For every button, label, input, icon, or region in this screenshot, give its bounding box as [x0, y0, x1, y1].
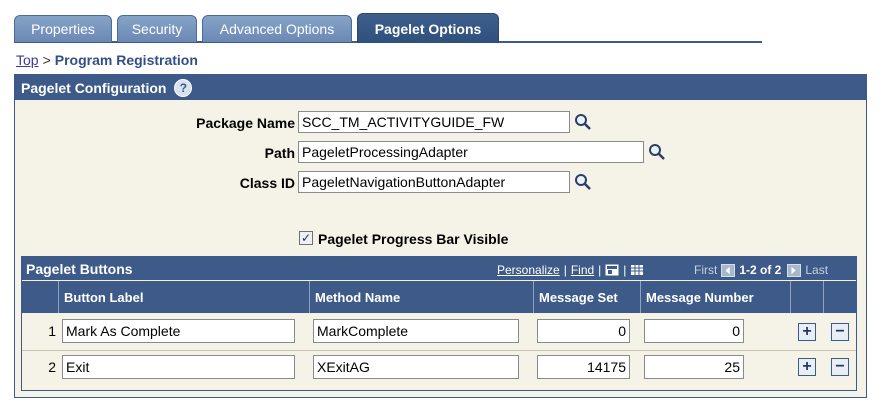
path-lookup-icon[interactable]	[648, 143, 666, 161]
col-head-rownum	[22, 281, 58, 313]
package-name-input[interactable]	[298, 111, 570, 133]
help-icon[interactable]: ?	[174, 78, 193, 97]
first-link[interactable]: First	[694, 263, 717, 277]
tab-bar: Properties Security Advanced Options Pag…	[14, 13, 762, 43]
breadcrumb-separator: >	[42, 52, 51, 68]
tab-properties[interactable]: Properties	[14, 15, 112, 42]
download-grid-icon[interactable]	[630, 264, 644, 276]
breadcrumb: Top > Program Registration	[16, 52, 198, 68]
class-id-input[interactable]	[298, 171, 570, 193]
delete-row-button[interactable]: −	[831, 323, 849, 341]
row-divider	[22, 350, 856, 351]
col-head-button-label: Button Label	[58, 281, 309, 313]
row-number: 2	[48, 359, 56, 375]
personalize-link[interactable]: Personalize	[497, 263, 560, 277]
method-name-input[interactable]	[313, 319, 519, 343]
col-head-message-set: Message Set	[533, 281, 640, 313]
col-head-delete	[823, 281, 856, 313]
row-count: 1-2 of 2	[739, 263, 782, 277]
package-name-label: Package Name	[196, 115, 295, 131]
grid-navigation: First 1-2 of 2 Last	[694, 263, 828, 277]
find-link[interactable]: Find	[571, 263, 594, 277]
col-head-method-name: Method Name	[309, 281, 533, 313]
col-head-message-number: Message Number	[640, 281, 790, 313]
tab-advanced-options[interactable]: Advanced Options	[202, 15, 352, 42]
class-id-label: Class ID	[239, 175, 295, 191]
tab-security[interactable]: Security	[117, 15, 197, 42]
button-label-input[interactable]	[62, 319, 295, 343]
progress-bar-checkbox[interactable]: ✓	[299, 231, 313, 245]
message-set-input[interactable]	[537, 355, 630, 379]
path-label: Path	[264, 145, 295, 161]
view-all-icon[interactable]	[605, 264, 619, 276]
panel-title: Pagelet Configuration	[21, 79, 167, 96]
tab-pagelet-options[interactable]: Pagelet Options	[357, 13, 499, 43]
message-number-input[interactable]	[644, 319, 744, 343]
message-number-input[interactable]	[644, 355, 744, 379]
pagelet-configuration-panel: Pagelet Configuration ? Package Name Pat…	[14, 74, 867, 398]
next-arrow-icon[interactable]	[787, 263, 802, 277]
panel-header: Pagelet Configuration ?	[15, 75, 866, 100]
grid-title: Pagelet Buttons	[26, 261, 133, 277]
row-number: 1	[48, 323, 56, 339]
toolbar-separator: |	[623, 263, 627, 277]
previous-arrow-icon[interactable]	[721, 263, 736, 277]
last-link[interactable]: Last	[805, 263, 828, 277]
toolbar-separator: |	[563, 263, 567, 277]
path-input[interactable]	[298, 141, 644, 163]
progress-bar-label: Pagelet Progress Bar Visible	[318, 231, 509, 247]
class-id-lookup-icon[interactable]	[574, 173, 592, 191]
pagelet-buttons-grid: Pagelet Buttons Personalize | Find | | F…	[21, 256, 857, 391]
col-head-add	[790, 281, 823, 313]
add-row-button[interactable]: +	[798, 323, 816, 341]
package-name-lookup-icon[interactable]	[574, 113, 592, 131]
toolbar-separator: |	[598, 263, 602, 277]
grid-toolbar: Personalize | Find | |	[497, 263, 644, 277]
add-row-button[interactable]: +	[798, 358, 816, 376]
message-set-input[interactable]	[537, 319, 630, 343]
breadcrumb-top-link[interactable]: Top	[16, 52, 39, 68]
breadcrumb-current: Program Registration	[54, 52, 198, 68]
method-name-input[interactable]	[313, 355, 519, 379]
grid-header: Pagelet Buttons Personalize | Find | | F…	[22, 257, 856, 280]
delete-row-button[interactable]: −	[831, 358, 849, 376]
button-label-input[interactable]	[62, 355, 295, 379]
